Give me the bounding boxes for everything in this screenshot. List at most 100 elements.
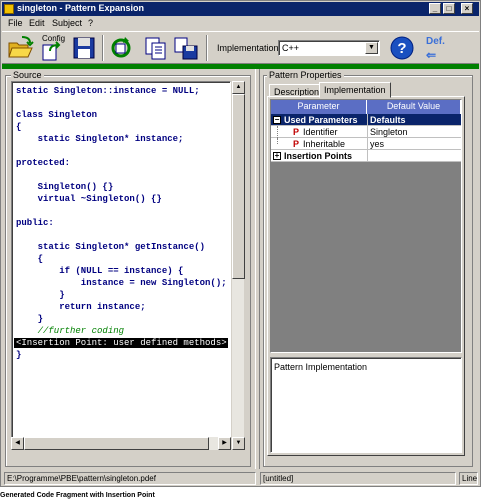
menu-file[interactable]: File bbox=[8, 18, 23, 28]
code-line: public: bbox=[16, 218, 54, 228]
parameter-icon: P bbox=[293, 139, 300, 149]
scroll-left-icon[interactable]: ◀ bbox=[11, 437, 24, 450]
menu-edit[interactable]: Edit bbox=[29, 18, 45, 28]
close-button[interactable]: × bbox=[461, 3, 473, 14]
implementation-value: C++ bbox=[282, 43, 300, 53]
collapse-icon[interactable]: − bbox=[273, 116, 281, 124]
grid-divider bbox=[367, 150, 368, 162]
status-path: E:\Programme\PBE\pattern\singleton.pdef bbox=[4, 472, 256, 485]
save-as-button[interactable] bbox=[172, 34, 200, 62]
menu-bar: File Edit Subject ? bbox=[2, 17, 479, 30]
code-line: if (NULL == instance) { bbox=[16, 266, 184, 276]
toolbar-separator bbox=[102, 35, 104, 61]
expand-icon[interactable]: + bbox=[273, 152, 281, 160]
grid-cell-name: Inheritable bbox=[303, 139, 346, 149]
code-line: { bbox=[16, 254, 44, 264]
parameter-icon: P bbox=[293, 127, 300, 137]
app-icon bbox=[4, 4, 14, 14]
code-comment: //further coding bbox=[16, 326, 125, 336]
save-as-icon bbox=[174, 37, 198, 60]
open-folder-icon bbox=[8, 36, 34, 58]
column-header-parameter[interactable]: Parameter bbox=[271, 100, 367, 114]
grid-cell-value[interactable]: yes bbox=[370, 138, 384, 150]
grid-divider bbox=[367, 114, 368, 126]
grid-divider bbox=[367, 126, 368, 138]
code-line: static Singleton::instance = NULL; bbox=[16, 86, 200, 96]
toolbar-separator bbox=[206, 35, 208, 61]
tree-connector bbox=[277, 138, 278, 144]
source-editor[interactable]: static Singleton::instance = NULL; class… bbox=[11, 81, 231, 450]
pattern-implementation-label: Pattern Implementation bbox=[274, 362, 368, 372]
grid-cell-value[interactable]: Singleton bbox=[370, 126, 408, 138]
figure-caption: Generated Code Fragment with Insertion P… bbox=[0, 492, 155, 499]
grid-row-used-parameters[interactable]: − Used Parameters Defaults bbox=[271, 114, 461, 126]
green-separator bbox=[2, 64, 479, 69]
source-title: Source bbox=[11, 70, 44, 80]
svg-text:?: ? bbox=[397, 40, 406, 57]
parameter-grid[interactable]: Parameter Default Value − Used Parameter… bbox=[270, 99, 462, 353]
grid-cell-name: Used Parameters bbox=[284, 115, 358, 125]
scroll-thumb[interactable] bbox=[24, 437, 209, 450]
refresh-icon bbox=[111, 37, 131, 58]
code-line: virtual ~Singleton() {} bbox=[16, 194, 162, 204]
code-line: } bbox=[16, 314, 44, 324]
scroll-thumb[interactable] bbox=[232, 94, 245, 279]
window-title: singleton - Pattern Expansion bbox=[17, 3, 145, 13]
code-line: return instance; bbox=[16, 302, 146, 312]
insertion-point-line[interactable]: <Insertion Point: user defined methods> bbox=[14, 338, 228, 348]
defaults-label: Def. bbox=[426, 36, 445, 47]
save-button[interactable] bbox=[70, 34, 98, 62]
code-line: static Singleton* getInstance() bbox=[16, 242, 206, 252]
pattern-implementation-box[interactable]: Pattern Implementation bbox=[270, 357, 462, 453]
defaults-button[interactable]: Def. ⇐ bbox=[422, 36, 452, 62]
pane-splitter[interactable] bbox=[255, 69, 260, 469]
status-line: Line bbox=[459, 472, 478, 485]
copy-button[interactable] bbox=[142, 34, 170, 62]
tree-connector bbox=[277, 126, 278, 138]
code-line: static Singleton* instance; bbox=[16, 134, 184, 144]
implementation-label: Implementation bbox=[217, 43, 279, 53]
status-document: [untitled] bbox=[260, 472, 456, 485]
grid-divider bbox=[367, 138, 368, 150]
toolbar: Config Implementation C++ ▼ ? Def. ⇐ bbox=[2, 31, 479, 64]
config-icon bbox=[42, 41, 61, 61]
scroll-up-icon[interactable]: ▲ bbox=[232, 81, 245, 94]
grid-cell-name: Insertion Points bbox=[284, 151, 353, 161]
grid-row-identifier[interactable]: P Identifier Singleton bbox=[271, 126, 461, 138]
source-vertical-scrollbar[interactable]: ▲ ▼ bbox=[231, 81, 245, 450]
grid-cell-value: Defaults bbox=[370, 115, 406, 125]
open-folder-button[interactable] bbox=[6, 34, 34, 62]
title-bar[interactable]: singleton - Pattern Expansion _ □ × bbox=[2, 2, 479, 16]
tab-implementation[interactable]: Implementation bbox=[319, 82, 391, 98]
config-button[interactable]: Config bbox=[38, 34, 66, 62]
code-line: instance = new Singleton(); bbox=[16, 278, 227, 288]
grid-row-inheritable[interactable]: P Inheritable yes bbox=[271, 138, 461, 150]
copy-pages-icon bbox=[145, 37, 166, 60]
scroll-right-icon[interactable]: ▶ bbox=[218, 437, 231, 450]
pattern-expansion-window: singleton - Pattern Expansion _ □ × File… bbox=[0, 0, 481, 487]
refresh-button[interactable] bbox=[107, 34, 135, 62]
help-icon: ? bbox=[390, 36, 414, 60]
menu-help[interactable]: ? bbox=[88, 18, 93, 28]
properties-title: Pattern Properties bbox=[267, 70, 344, 80]
chevron-down-icon[interactable]: ▼ bbox=[365, 42, 378, 54]
help-button[interactable]: ? bbox=[388, 34, 416, 62]
status-bar: E:\Programme\PBE\pattern\singleton.pdef … bbox=[2, 471, 479, 486]
menu-subject[interactable]: Subject bbox=[52, 18, 82, 28]
arrow-left-icon: ⇐ bbox=[426, 48, 437, 62]
grid-cell-name: Identifier bbox=[303, 127, 338, 137]
code-line: protected: bbox=[16, 158, 71, 168]
minimize-button[interactable]: _ bbox=[429, 3, 441, 14]
maximize-button[interactable]: □ bbox=[443, 3, 455, 14]
code-line: { bbox=[16, 122, 22, 132]
grid-row-insertion-points[interactable]: + Insertion Points bbox=[271, 150, 461, 162]
code-line: } bbox=[16, 290, 65, 300]
column-header-default-value[interactable]: Default Value bbox=[367, 100, 461, 114]
source-horizontal-scrollbar[interactable]: ◀ ▶ bbox=[11, 437, 231, 450]
scroll-down-icon[interactable]: ▼ bbox=[232, 437, 245, 450]
floppy-disk-icon bbox=[73, 37, 95, 59]
code-line: } bbox=[16, 350, 22, 360]
code-line: Singleton() {} bbox=[16, 182, 114, 192]
code-line: class Singleton bbox=[16, 110, 98, 120]
implementation-select[interactable]: C++ ▼ bbox=[278, 40, 380, 56]
